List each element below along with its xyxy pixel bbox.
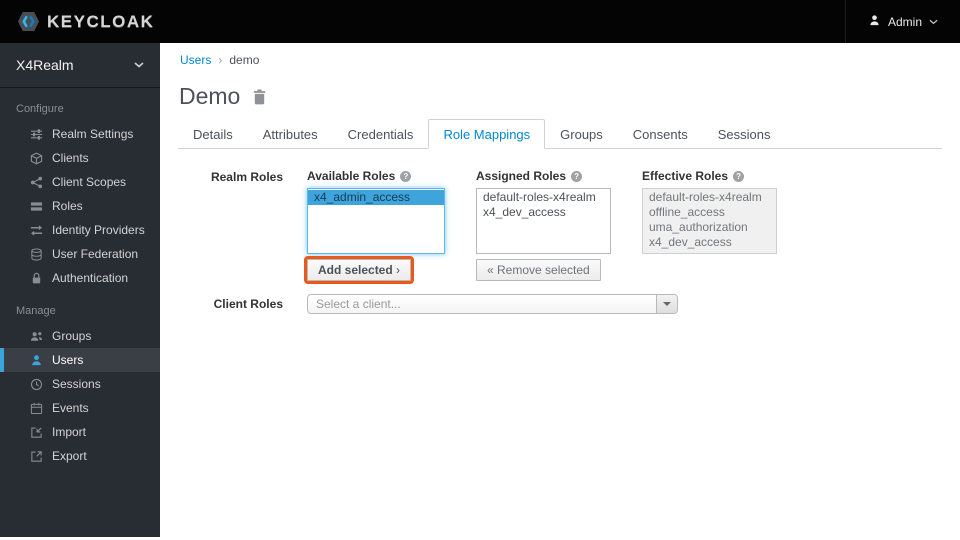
page-title: Demo xyxy=(179,83,241,109)
assigned-role-option[interactable]: default-roles-x4realm xyxy=(477,190,610,205)
import-icon xyxy=(30,426,43,439)
sidebar-item-label: Sessions xyxy=(52,377,101,391)
tab-role-mappings[interactable]: Role Mappings xyxy=(428,119,546,149)
list-icon xyxy=(30,200,43,213)
sidebar-item-label: Authentication xyxy=(52,271,129,285)
assigned-role-option[interactable]: x4_dev_access xyxy=(477,205,610,220)
sidebar-item-label: Identity Providers xyxy=(52,223,145,237)
available-role-option[interactable]: x4_admin_access xyxy=(308,190,444,205)
export-icon xyxy=(30,450,43,463)
sidebar-section-configure: Configure xyxy=(16,103,64,115)
admin-user-label: Admin xyxy=(887,14,922,29)
question-circle-icon[interactable]: ? xyxy=(733,170,745,182)
realm-selector-label: X4Realm xyxy=(16,57,74,73)
share-nodes-icon xyxy=(30,176,43,189)
sidebar-item-label: Client Scopes xyxy=(52,175,127,189)
tab-attributes[interactable]: Attributes xyxy=(248,119,333,149)
trash-icon[interactable] xyxy=(252,89,267,105)
role-mappings-form: Realm Roles Available Roles ? x4_admin_a… xyxy=(178,169,942,314)
brand-text: KEYCLOAK xyxy=(47,11,155,31)
available-roles-heading: Available Roles xyxy=(307,169,396,183)
tab-sessions[interactable]: Sessions xyxy=(703,119,786,149)
sidebar-item-label: Groups xyxy=(52,329,92,343)
remove-selected-button[interactable]: « Remove selected xyxy=(476,259,601,281)
sidebar-item-label: Clients xyxy=(52,151,89,165)
sidebar: X4Realm Configure Realm Settings Clients… xyxy=(0,43,160,537)
available-roles-column: Available Roles ? x4_admin_access Add se… xyxy=(303,169,445,284)
sidebar-item-events[interactable]: Events xyxy=(0,396,160,420)
keycloak-logo[interactable]: KEYCLOAK xyxy=(0,11,154,32)
sidebar-item-label: Export xyxy=(52,449,87,463)
sidebar-item-groups[interactable]: Groups xyxy=(0,324,160,348)
sidebar-item-export[interactable]: Export xyxy=(0,444,160,468)
add-selected-button[interactable]: Add selected › xyxy=(303,256,415,284)
realm-selector[interactable]: X4Realm xyxy=(0,43,160,88)
sidebar-item-client-scopes[interactable]: Client Scopes xyxy=(0,170,160,194)
client-select-combobox[interactable]: Select a client... xyxy=(307,294,678,314)
user-icon xyxy=(868,14,881,30)
sliders-icon xyxy=(30,128,43,141)
chevron-down-icon xyxy=(929,19,938,25)
lock-icon xyxy=(30,272,43,285)
groups-icon xyxy=(30,330,43,343)
effective-role-item: uma_authorization xyxy=(649,220,748,234)
sidebar-item-sessions[interactable]: Sessions xyxy=(0,372,160,396)
sidebar-section-manage: Manage xyxy=(16,305,56,317)
effective-role-item: offline_access xyxy=(649,205,725,219)
assigned-roles-listbox[interactable]: default-roles-x4realm x4_dev_access xyxy=(476,188,611,254)
chevron-right-icon: › xyxy=(396,263,401,277)
available-roles-listbox[interactable]: x4_admin_access xyxy=(307,188,445,254)
sidebar-item-authentication[interactable]: Authentication xyxy=(0,266,160,290)
sidebar-item-label: Realm Settings xyxy=(52,127,134,141)
effective-roles-column: Effective Roles ? default-roles-x4realm … xyxy=(642,169,777,281)
client-select-placeholder: Select a client... xyxy=(316,297,401,311)
clock-icon xyxy=(30,378,43,391)
cube-icon xyxy=(30,151,43,165)
effective-role-item: default-roles-x4realm xyxy=(649,190,762,204)
breadcrumb: Users › demo xyxy=(180,53,960,67)
breadcrumb-current: demo xyxy=(229,53,260,67)
calendar-icon xyxy=(30,402,43,415)
effective-role-item: x4_dev_access xyxy=(649,235,732,249)
chevron-down-icon xyxy=(134,62,144,68)
keycloak-hexagon-icon xyxy=(17,11,40,32)
sidebar-item-label: Users xyxy=(52,353,84,367)
tab-groups[interactable]: Groups xyxy=(545,119,618,149)
sidebar-item-clients[interactable]: Clients xyxy=(0,146,160,170)
combo-dropdown-button[interactable] xyxy=(656,295,677,313)
database-icon xyxy=(30,248,43,261)
client-roles-label: Client Roles xyxy=(213,297,283,311)
effective-roles-listbox: default-roles-x4realm offline_access uma… xyxy=(642,188,777,254)
main-content: Users › demo Demo Details Attributes Cre… xyxy=(160,43,960,540)
sidebar-item-label: Import xyxy=(52,425,87,439)
tab-details[interactable]: Details xyxy=(178,119,248,149)
question-circle-icon[interactable]: ? xyxy=(400,170,412,182)
sidebar-item-users[interactable]: Users xyxy=(0,348,160,372)
realm-roles-label: Realm Roles xyxy=(210,170,283,184)
sidebar-item-label: Events xyxy=(52,401,89,415)
caret-down-icon xyxy=(663,302,671,306)
effective-roles-heading: Effective Roles xyxy=(642,169,729,183)
admin-user-menu[interactable]: Admin xyxy=(844,0,960,43)
sidebar-item-label: User Federation xyxy=(52,247,139,261)
sidebar-item-user-federation[interactable]: User Federation xyxy=(0,242,160,266)
assigned-roles-column: Assigned Roles ? default-roles-x4realm x… xyxy=(476,169,611,281)
tab-credentials[interactable]: Credentials xyxy=(333,119,429,149)
assigned-roles-heading: Assigned Roles xyxy=(476,169,567,183)
tab-consents[interactable]: Consents xyxy=(618,119,703,149)
user-icon xyxy=(30,354,43,367)
exchange-icon xyxy=(30,224,43,237)
sidebar-item-label: Roles xyxy=(52,199,83,213)
sidebar-item-identity-providers[interactable]: Identity Providers xyxy=(0,218,160,242)
sidebar-item-realm-settings[interactable]: Realm Settings xyxy=(0,122,160,146)
breadcrumb-users-link[interactable]: Users xyxy=(180,53,211,67)
sidebar-item-roles[interactable]: Roles xyxy=(0,194,160,218)
question-circle-icon[interactable]: ? xyxy=(571,170,583,182)
tab-bar: Details Attributes Credentials Role Mapp… xyxy=(178,119,942,149)
sidebar-item-import[interactable]: Import xyxy=(0,420,160,444)
breadcrumb-separator: › xyxy=(218,53,223,67)
top-bar: KEYCLOAK Admin xyxy=(0,0,960,43)
